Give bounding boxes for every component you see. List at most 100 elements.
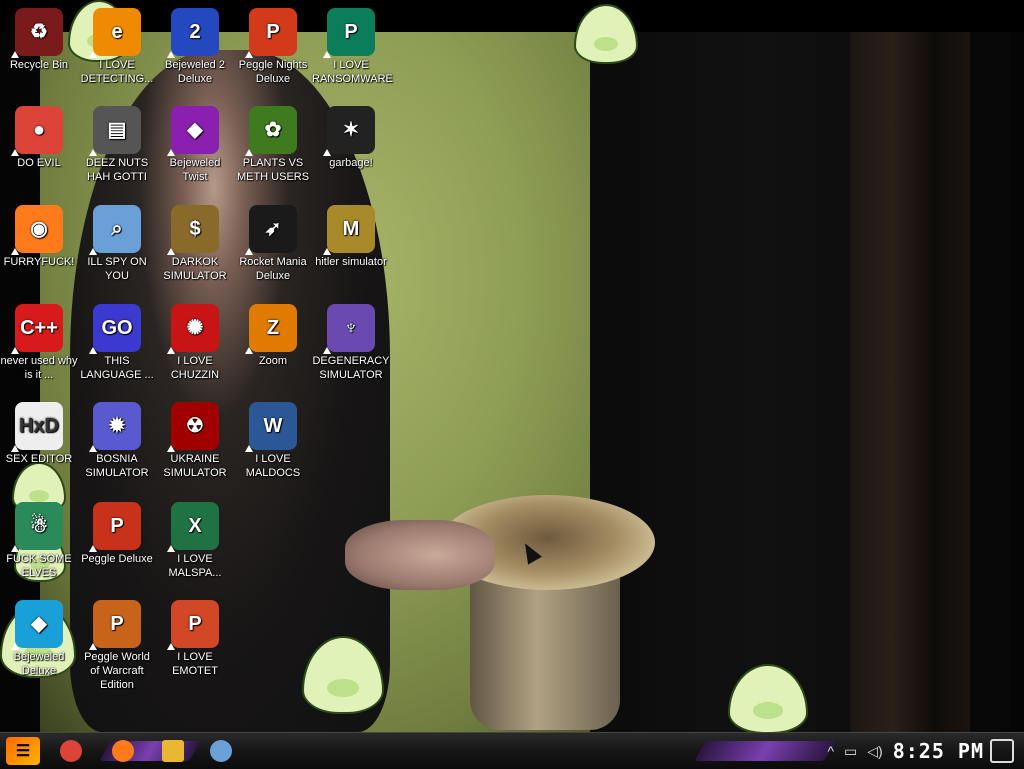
desktop-shortcut-label: THIS LANGUAGE ... <box>80 355 154 381</box>
desktop-shortcut-label: I LOVE EMOTET <box>172 651 218 677</box>
desktop-shortcut-label: garbage! <box>329 157 373 169</box>
shortcut-arrow-icon <box>89 643 97 650</box>
desktop-shortcut[interactable]: ☢ UKRAINE SIMULATOR <box>156 402 234 480</box>
network-icon[interactable]: ▭ <box>844 743 857 760</box>
bejeweled-twist-icon: ◆ <box>167 106 219 156</box>
desktop-shortcut[interactable]: ▤ DEEZ NUTS HAH GOTTI <box>78 106 156 184</box>
desktop-shortcut-label: UKRAINE SIMULATOR <box>163 453 227 479</box>
desktop-shortcut[interactable]: ✺ I LOVE CHUZZIN <box>156 304 234 382</box>
wallpaper-toilet-base <box>470 570 620 730</box>
shortcut-arrow-icon <box>167 248 175 255</box>
desktop-shortcut[interactable]: ☃ FUCK SOME ELVES <box>0 502 78 580</box>
chrome-taskbar-icon[interactable] <box>54 736 88 766</box>
shortcut-arrow-icon <box>11 248 19 255</box>
desktop-shortcut[interactable]: ● DO EVIL <box>0 106 78 170</box>
shortcut-arrow-icon <box>245 51 253 58</box>
desktop-shortcut[interactable]: HxD SEX EDITOR <box>0 402 78 466</box>
rocket-mania-deluxe-icon: ➶ <box>245 205 297 255</box>
shortcut-arrow-icon <box>323 248 331 255</box>
sex-editor-icon: HxD <box>11 402 63 452</box>
paint-taskbar-icon[interactable] <box>204 736 238 766</box>
desktop-shortcut[interactable]: XI LOVE MALSPA... <box>156 502 234 580</box>
desktop-shortcut[interactable]: ◆ Bejeweled Deluxe <box>0 600 78 678</box>
shortcut-arrow-icon <box>245 248 253 255</box>
desktop-shortcut[interactable]: ⌕ ILL SPY ON YOU <box>78 205 156 283</box>
i-love-emotet-icon: P <box>167 600 219 650</box>
shortcut-arrow-icon <box>89 445 97 452</box>
notification-center-icon[interactable] <box>990 739 1014 763</box>
file-explorer-taskbar-icon[interactable] <box>156 736 190 766</box>
i-love-maldocs-icon: W <box>245 402 297 452</box>
shortcut-arrow-icon <box>167 149 175 156</box>
desktop-shortcut[interactable]: ◆ Bejeweled Twist <box>156 106 234 184</box>
desktop-shortcut[interactable]: P Peggle Nights Deluxe <box>234 8 312 86</box>
desktop-shortcut[interactable]: ♻ Recycle Bin <box>0 8 78 72</box>
desktop-shortcut[interactable]: $ DARKOK SIMULATOR <box>156 205 234 283</box>
shortcut-arrow-icon <box>167 445 175 452</box>
desktop-shortcut-label: Peggle World of Warcraft Edition <box>84 651 150 691</box>
desktop-shortcut[interactable]: 2 Bejeweled 2 Deluxe <box>156 8 234 86</box>
desktop-shortcut[interactable]: Z Zoom <box>234 304 312 368</box>
desktop-shortcut-label: never used why is it ... <box>0 355 78 381</box>
shortcut-arrow-icon <box>167 643 175 650</box>
desktop-shortcut[interactable]: Mhitler simulator <box>312 205 390 269</box>
shortcut-arrow-icon <box>11 445 19 452</box>
desktop-shortcut-label: I LOVE RANSOMWARE <box>312 59 393 85</box>
chevron-up-icon[interactable]: ^ <box>827 743 834 759</box>
desktop-shortcut-label: I LOVE DETECTING... <box>80 59 154 85</box>
shortcut-arrow-icon <box>167 347 175 354</box>
desktop-shortcut[interactable]: C++ never used why is it ... <box>0 304 78 382</box>
zoom-icon: Z <box>245 304 297 354</box>
desktop-shortcut[interactable]: ♆ DEGENERACY SIMULATOR <box>312 304 390 382</box>
desktop-shortcut[interactable]: ◉ FURRYFUCK! <box>0 205 78 269</box>
desktop-shortcut-label: I LOVE MALSPA... <box>168 553 222 579</box>
taskbar-accent-band <box>694 741 836 761</box>
plants-vs-meth-users-icon: ✿ <box>245 106 297 156</box>
volume-icon[interactable]: ◁) <box>867 743 882 760</box>
desktop-shortcut-label: Recycle Bin <box>9 59 69 71</box>
shortcut-arrow-icon <box>245 149 253 156</box>
bejeweled-deluxe-icon: ◆ <box>11 600 63 650</box>
desktop-shortcut[interactable]: ✿ PLANTS VS METH USERS <box>234 106 312 184</box>
i-love-malspa-icon: X <box>167 502 219 552</box>
desktop-shortcut-label: FURRYFUCK! <box>3 256 75 268</box>
i-love-ransomware-icon: P <box>323 8 375 58</box>
shortcut-arrow-icon <box>89 51 97 58</box>
shortcut-arrow-icon <box>89 545 97 552</box>
shortcut-arrow-icon <box>11 545 19 552</box>
desktop-shortcut-label: I LOVE MALDOCS <box>245 453 301 479</box>
shortcut-arrow-icon <box>245 445 253 452</box>
desktop-shortcut[interactable]: eI LOVE DETECTING... <box>78 8 156 86</box>
desktop-shortcut[interactable]: P Peggle Deluxe <box>78 502 156 566</box>
desktop-shortcut[interactable]: P Peggle World of Warcraft Edition <box>78 600 156 692</box>
bejeweled-2-deluxe-icon: 2 <box>167 8 219 58</box>
desktop-shortcut-label: SEX EDITOR <box>5 453 73 465</box>
desktop-shortcut-label: Bejeweled Deluxe <box>13 651 65 677</box>
desktop-shortcut-label: Peggle Deluxe <box>81 553 153 565</box>
bosnia-simulator-icon: ✹ <box>89 402 141 452</box>
desktop-shortcut-label: ILL SPY ON YOU <box>87 256 147 282</box>
i-love-chuzzin-icon: ✺ <box>167 304 219 354</box>
peggle-deluxe-icon: P <box>89 502 141 552</box>
ukraine-simulator-icon: ☢ <box>167 402 219 452</box>
taskbar-clock[interactable]: 8:25 PM <box>893 739 984 763</box>
i-love-detecting-icon: e <box>89 8 141 58</box>
desktop-shortcut[interactable]: ✶ garbage! <box>312 106 390 170</box>
firefox-taskbar-icon[interactable] <box>106 736 140 766</box>
desktop-shortcut-label: Zoom <box>258 355 288 367</box>
desktop-shortcut[interactable]: ➶ Rocket Mania Deluxe <box>234 205 312 283</box>
taskbar: ☰ ^ ▭ ◁) 8:25 PM <box>0 732 1024 769</box>
shortcut-arrow-icon <box>11 51 19 58</box>
desktop-shortcut[interactable]: ✹ BOSNIA SIMULATOR <box>78 402 156 480</box>
shortcut-arrow-icon <box>89 248 97 255</box>
shortcut-arrow-icon <box>323 347 331 354</box>
degeneracy-simulator-icon: ♆ <box>323 304 375 354</box>
desktop-shortcut[interactable]: WI LOVE MALDOCS <box>234 402 312 480</box>
desktop-shortcut[interactable]: PI LOVE RANSOMWARE <box>312 8 393 86</box>
never-used-icon: C++ <box>11 304 63 354</box>
start-button[interactable]: ☰ <box>6 737 40 765</box>
shortcut-arrow-icon <box>245 347 253 354</box>
desktop-shortcut[interactable]: PI LOVE EMOTET <box>156 600 234 678</box>
desktop-shortcut[interactable]: GO THIS LANGUAGE ... <box>78 304 156 382</box>
desktop-shortcut-label: I LOVE CHUZZIN <box>170 355 220 381</box>
